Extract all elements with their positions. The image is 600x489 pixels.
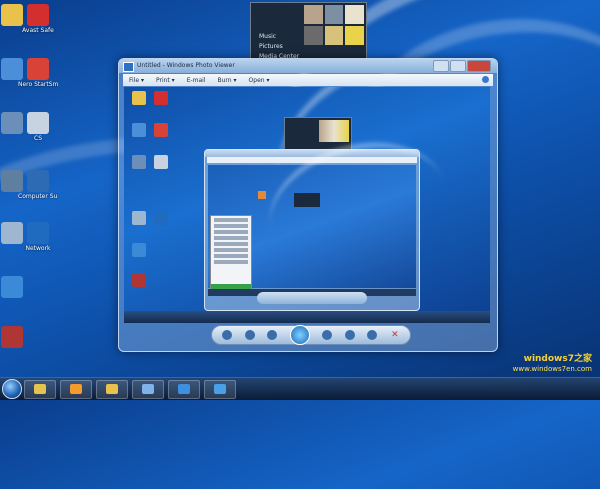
desktop-icon-label: Nero StartSmart <box>18 81 58 88</box>
preview-tile <box>345 5 364 24</box>
photo-viewer-icon <box>214 384 226 394</box>
taskbar-button[interactable] <box>204 380 236 399</box>
maximize-button[interactable] <box>450 60 466 72</box>
ie-icon <box>178 384 190 394</box>
preview-tile <box>304 26 323 45</box>
next-icon[interactable] <box>322 330 333 340</box>
image-desktop-icon <box>154 211 168 225</box>
taskbar-button[interactable] <box>60 380 92 399</box>
menu-file[interactable]: File ▾ <box>129 77 144 84</box>
nero-icon <box>27 58 49 80</box>
slideshow-button[interactable] <box>289 325 310 345</box>
image-desktop-icon <box>132 273 146 287</box>
image-desktop-icon <box>132 243 146 257</box>
playback-controls: ✕ <box>211 325 411 345</box>
computer-icon <box>27 170 49 192</box>
image-desktop-icon <box>132 91 146 105</box>
menu-bar: File ▾ Print ▾ E-mail Burn ▾ Open ▾ <box>123 74 493 86</box>
taskbar-button[interactable] <box>24 380 56 399</box>
preview-label-music: Music <box>259 33 277 40</box>
preview-tile <box>304 5 323 24</box>
image-desktop-icon <box>154 91 168 105</box>
desktop-icon-label: Computer Supplies <box>18 193 58 200</box>
photo-viewer-icon <box>123 62 134 72</box>
menu-email[interactable]: E-mail <box>187 77 206 84</box>
image-start-menu <box>210 215 252 295</box>
zoom-icon[interactable] <box>222 330 232 340</box>
desktop-icon-label: Avast Safe <box>22 27 54 34</box>
menu-burn[interactable]: Burn ▾ <box>218 77 237 84</box>
app-icon <box>1 276 23 298</box>
explorer-icon <box>34 384 46 394</box>
actual-size-icon[interactable] <box>244 330 255 340</box>
desktop-icon[interactable]: Network <box>18 222 58 253</box>
rotate-left-icon[interactable] <box>344 330 355 340</box>
preview-label-pictures: Pictures <box>259 43 283 50</box>
network-icon <box>142 384 154 394</box>
media-center-preview[interactable]: Music Pictures Media Center <box>250 2 367 64</box>
preview-tile <box>324 5 344 24</box>
desktop-icon[interactable]: Computer Supplies <box>18 170 58 201</box>
menu-print[interactable]: Print ▾ <box>156 77 175 84</box>
watermark: windows7之家 www.windows7en.com <box>513 354 592 374</box>
delete-icon[interactable]: ✕ <box>390 330 400 340</box>
game-icon <box>27 112 49 134</box>
taskbar <box>0 377 600 400</box>
folder-icon <box>106 384 118 394</box>
close-button[interactable] <box>467 60 491 72</box>
title-bar[interactable]: Untitled - Windows Photo Viewer <box>119 59 497 73</box>
media-player-icon <box>70 384 82 394</box>
taskbar-button[interactable] <box>96 380 128 399</box>
image-taskbar <box>124 311 490 323</box>
rotate-right-icon[interactable] <box>367 330 378 340</box>
image-desktop-icon <box>154 155 168 169</box>
avast-icon <box>27 4 49 26</box>
desktop-icon-label: Network <box>25 245 51 252</box>
start-button[interactable] <box>2 379 22 399</box>
help-icon[interactable] <box>482 76 489 83</box>
desktop-icon[interactable]: Nero StartSmart <box>18 58 58 89</box>
photo-display <box>124 87 490 323</box>
photo-viewer-window[interactable]: Untitled - Windows Photo Viewer File ▾ P… <box>118 58 498 352</box>
image-desktop-icon <box>132 123 146 137</box>
desktop-icon[interactable] <box>0 326 32 349</box>
desktop-icon[interactable]: Avast Safe <box>18 4 58 35</box>
desktop-icon-label: CS <box>34 135 42 142</box>
menu-open[interactable]: Open ▾ <box>249 77 270 84</box>
image-desktop-icon <box>132 155 146 169</box>
preview-tiles <box>304 5 364 45</box>
minimize-button[interactable] <box>433 60 449 72</box>
taskbar-button[interactable] <box>132 380 164 399</box>
image-desktop-icon <box>154 123 168 137</box>
image-desktop-icon <box>132 211 146 225</box>
previous-icon[interactable] <box>267 330 278 340</box>
watermark-title: windows7之家 <box>523 354 592 364</box>
desktop-icon[interactable] <box>0 276 32 299</box>
desktop-icon[interactable]: CS <box>18 112 58 143</box>
preview-tile <box>345 26 364 45</box>
app-icon <box>1 326 23 348</box>
taskbar-button[interactable] <box>168 380 200 399</box>
network-icon <box>27 222 49 244</box>
preview-tile <box>324 26 344 45</box>
image-nested-window <box>204 122 462 311</box>
watermark-url: www.windows7en.com <box>512 365 592 373</box>
